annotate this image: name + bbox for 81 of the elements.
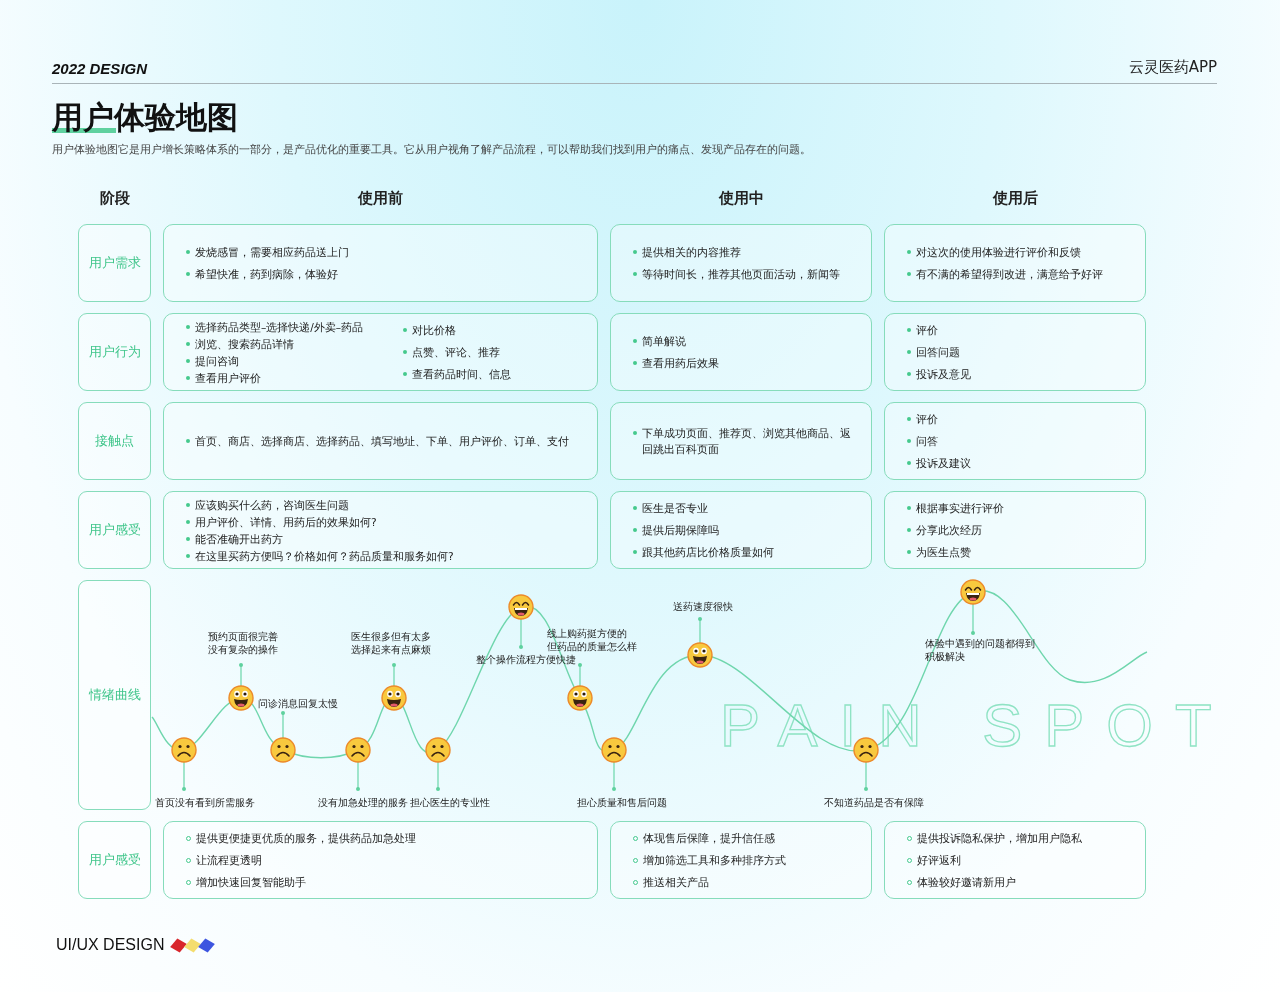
- leader-line: [436, 761, 440, 791]
- leader-line: [182, 761, 186, 791]
- app-name: 云灵医药APP: [1128, 58, 1217, 77]
- stage-label-card: 接触点: [78, 402, 151, 480]
- list-item-text: 有不满的希望得到改进，满意给予好评: [916, 267, 1103, 282]
- list-item-text: 投诉及建议: [916, 456, 971, 471]
- list-item-text: 评价: [916, 323, 938, 338]
- curve-point-label: 首页没有看到所需服务: [155, 796, 255, 809]
- leader-line: [239, 663, 243, 687]
- list-item-text: 增加快速回复智能助手: [196, 875, 306, 890]
- curve-point-label: 整个操作流程方便快捷: [476, 653, 576, 666]
- leader-line: [698, 617, 702, 644]
- stage-label-card: 用户感受: [78, 491, 151, 569]
- list-item-text: 在这里买药方便吗？价格如何？药品质量和服务如何?: [195, 548, 454, 564]
- leader-line: [612, 761, 616, 791]
- list-item-text: 体验较好邀请新用户: [917, 875, 1016, 890]
- column-header: 使用前: [356, 188, 404, 208]
- list-item-text: 问答: [916, 434, 938, 449]
- curve-point-label: 预约页面很完善 没有复杂的操作: [208, 630, 278, 656]
- list-item-text: 用户评价、详情、用药后的效果如何?: [195, 514, 377, 530]
- list-item-text: 浏览、搜索药品详情: [195, 336, 294, 352]
- list-item-text: 提供投诉隐私保护，增加用户隐私: [917, 831, 1082, 846]
- list-item-text: 为医生点赞: [916, 545, 971, 560]
- list-item-text: 希望快准，药到病除，体验好: [195, 267, 338, 282]
- list-item-text: 对这次的使用体验进行评价和反馈: [916, 245, 1081, 260]
- curve-point-label: 问诊消息回复太慢: [258, 697, 338, 710]
- curve-point-label: 送药速度很快: [673, 600, 733, 613]
- list-item-text: 查看药品时间、信息: [412, 367, 512, 382]
- leader-line: [971, 603, 975, 635]
- stage-label-card: 用户需求: [78, 224, 151, 302]
- list-item-text: 发烧感冒，需要相应药品送上门: [195, 245, 349, 260]
- curve-point-label: 没有加急处理的服务: [318, 796, 408, 809]
- leader-line: [356, 761, 360, 791]
- stage-label-card: 用户行为: [78, 313, 151, 391]
- list-item-text: 首页、商店、选择商店、选择药品、填写地址、下单、用户评价、订单、支付: [195, 434, 569, 449]
- list-item-text: 下单成功页面、推荐页、浏览其他商品、返回跳出百科页面: [642, 426, 852, 457]
- list-item-text: 选择药品类型–选择快递/外卖–药品: [195, 319, 364, 335]
- list-item-text: 回答问题: [916, 345, 960, 360]
- list-item-text: 提供后期保障吗: [642, 523, 719, 538]
- list-item-text: 根据事实进行评价: [916, 501, 1004, 516]
- page-title: 用户体验地图: [52, 98, 238, 136]
- list-item-text: 评价: [916, 412, 938, 427]
- list-item-text: 增加筛选工具和多种排序方式: [643, 853, 786, 868]
- column-header: 使用后: [991, 188, 1039, 208]
- list-item-text: 提问咨询: [195, 353, 239, 369]
- list-item-text: 推送相关产品: [643, 875, 709, 890]
- stage-label-card: 情绪曲线: [78, 580, 151, 810]
- list-item-text: 点赞、评论、推荐: [412, 345, 501, 360]
- column-header: 阶段: [98, 188, 131, 208]
- list-item-text: 医生是否专业: [642, 501, 708, 516]
- leader-line: [578, 663, 582, 687]
- list-item-text: 查看用药后效果: [642, 356, 719, 371]
- curve-point-label: 担心质量和售后问题: [577, 796, 667, 809]
- curve-point-label: 不知道药品是否有保障: [824, 796, 924, 809]
- list-item-text: 能否准确开出药方: [195, 531, 283, 547]
- list-item-text: 分享此次经历: [916, 523, 982, 538]
- brand-label: UI/UX DESIGN: [56, 936, 165, 954]
- column-header: 使用中: [717, 188, 765, 208]
- list-item-text: 等待时间长，推荐其他页面活动，新闻等: [642, 267, 840, 282]
- list-item-text: 跟其他药店比价格质量如何: [642, 545, 774, 560]
- design-year-label: 2022 DESIGN: [52, 60, 148, 77]
- list-item-text: 好评返利: [917, 853, 961, 868]
- list-item-text: 提供相关的内容推荐: [642, 245, 741, 260]
- list-item-text: 查看用户评价: [195, 370, 261, 386]
- curve-point-label: 体验中遇到的问题都得到积极解决: [925, 637, 1036, 663]
- list-item-text: 应该购买什么药，咨询医生问题: [195, 497, 349, 513]
- leader-line: [281, 711, 285, 739]
- leader-line: [392, 663, 396, 687]
- stage-label-card: 用户感受: [78, 821, 151, 899]
- list-item-text: 让流程更透明: [196, 853, 262, 868]
- leader-line: [864, 761, 868, 791]
- leader-line: [519, 618, 523, 649]
- curve-point-label: 医生很多但有太多 选择起来有点麻烦: [351, 630, 431, 656]
- list-item-text: 投诉及意见: [916, 367, 971, 382]
- intro-paragraph: 用户体验地图它是用户增长策略体系的一部分，是产品优化的重要工具。它从用户视角了解产品流程，可以帮助我们找到用户的痛点、发现产品存在的问题。: [52, 142, 812, 157]
- list-item-text: 简单解说: [642, 334, 686, 349]
- curve-point-label: 担心医生的专业性: [410, 796, 490, 809]
- curve-point-label: 线上购药挺方便的 但药品的质量怎么样: [547, 627, 637, 653]
- list-item-text: 对比价格: [412, 323, 457, 338]
- list-item-text: 提供更便捷更优质的服务，提供药品加急处理: [196, 831, 416, 846]
- list-item-text: 体现售后保障，提升信任感: [643, 831, 775, 846]
